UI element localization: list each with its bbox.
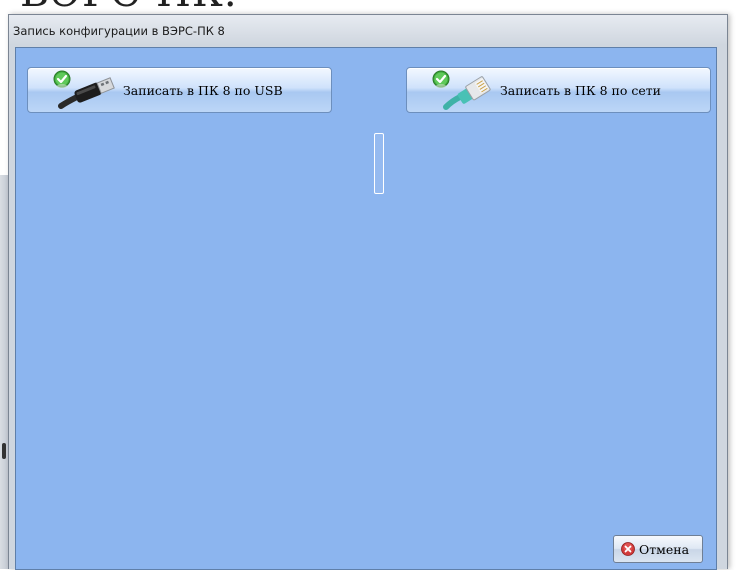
cancel-icon (621, 542, 635, 556)
edge-marker (2, 443, 6, 459)
title-bar[interactable]: Запись конфигурации в ВЭРС-ПК 8 (9, 15, 727, 47)
dialog-client-area: Записать в ПК 8 по USB Записать в ПК 8 п… (15, 47, 717, 570)
background-window-edge (0, 175, 8, 569)
window-title: Запись конфигурации в ВЭРС-ПК 8 (13, 24, 225, 38)
cancel-button[interactable]: Отмена (613, 535, 703, 563)
write-usb-button[interactable]: Записать в ПК 8 по USB (27, 67, 332, 113)
splitter-handle[interactable] (374, 133, 384, 194)
dialog-window: Запись конфигурации в ВЭРС-ПК 8 Записать… (8, 14, 728, 570)
usb-cable-icon (53, 70, 115, 109)
write-network-button[interactable]: Записать в ПК 8 по сети (406, 67, 711, 113)
network-cable-icon (432, 70, 491, 110)
write-network-label: Записать в ПК 8 по сети (500, 83, 662, 98)
write-usb-label: Записать в ПК 8 по USB (123, 83, 283, 98)
cancel-label: Отмена (639, 542, 690, 557)
